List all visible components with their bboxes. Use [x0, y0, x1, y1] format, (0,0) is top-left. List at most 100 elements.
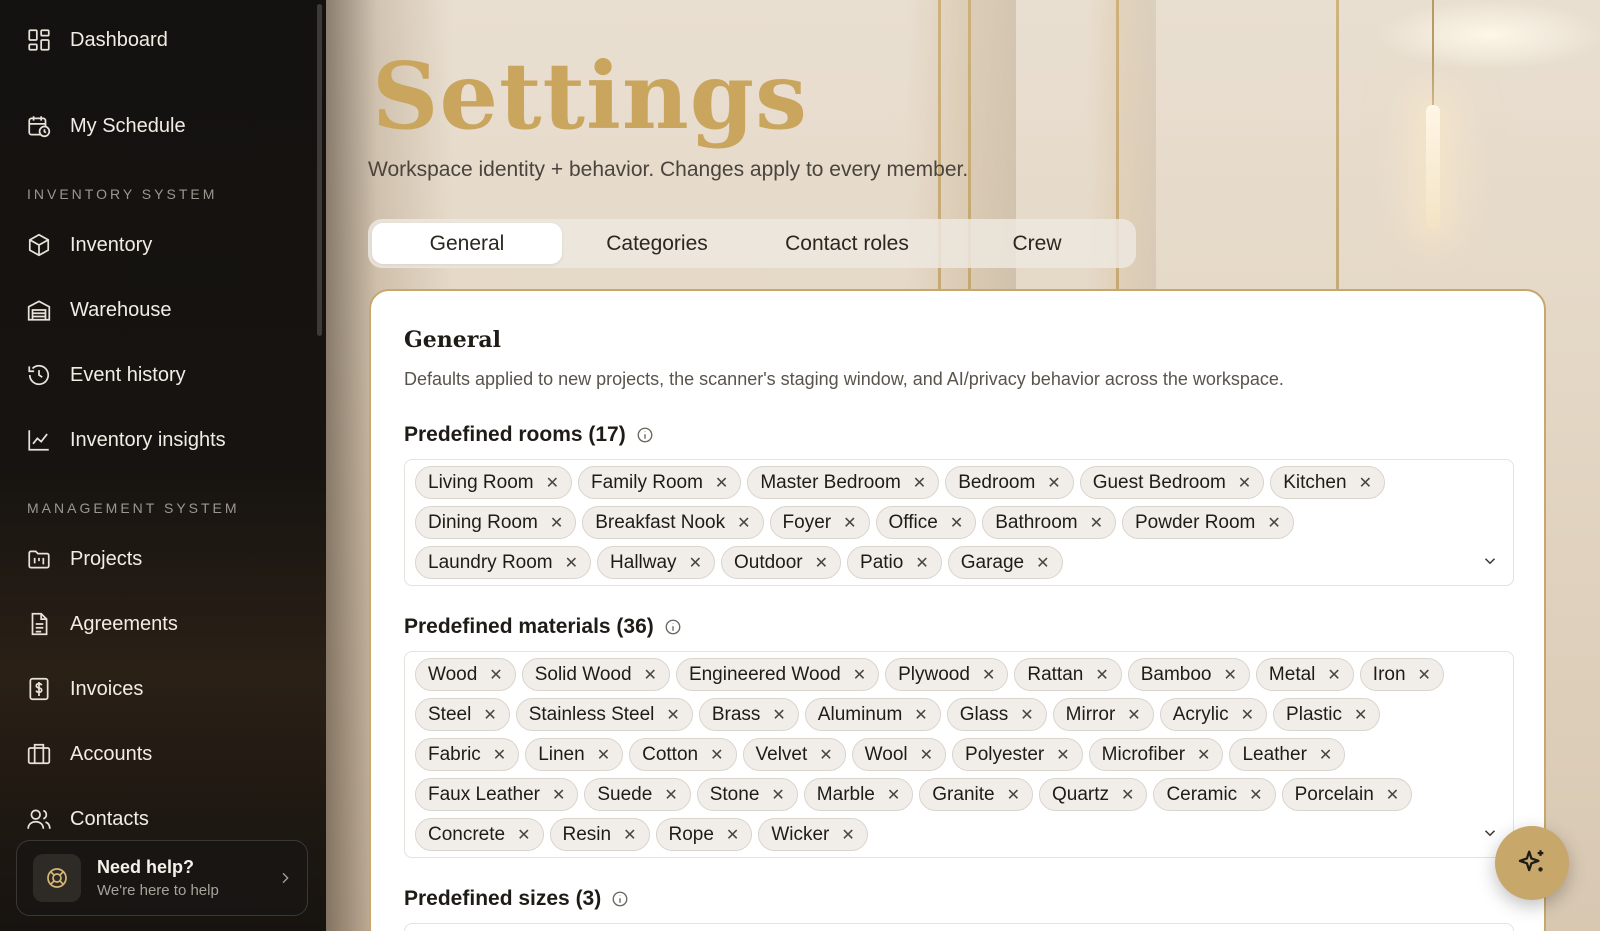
remove-chip-icon[interactable]: ✕ [1238, 473, 1251, 493]
material-chip[interactable]: Concrete ✕ [415, 818, 544, 851]
sidebar-scrollbar[interactable] [317, 4, 322, 336]
tab-crew[interactable]: Crew [942, 223, 1132, 264]
material-chip[interactable]: Acrylic ✕ [1159, 698, 1268, 731]
room-chip[interactable]: Family Room ✕ [578, 466, 742, 499]
remove-chip-icon[interactable]: ✕ [841, 825, 854, 845]
sidebar-item-inventory-insights[interactable]: Inventory insights [26, 420, 296, 460]
help-card[interactable]: Need help? We're here to help [16, 840, 308, 916]
chevron-down-icon[interactable] [1481, 824, 1499, 842]
remove-chip-icon[interactable]: ✕ [664, 785, 677, 805]
remove-chip-icon[interactable]: ✕ [1386, 785, 1399, 805]
remove-chip-icon[interactable]: ✕ [1267, 513, 1280, 533]
sidebar-item-inventory[interactable]: Inventory [26, 225, 296, 265]
material-chip[interactable]: Bamboo ✕ [1127, 658, 1250, 691]
material-chip[interactable]: Rope ✕ [655, 818, 753, 851]
remove-chip-icon[interactable]: ✕ [982, 665, 995, 685]
sidebar-item-agreements[interactable]: Agreements [26, 604, 296, 644]
material-chip[interactable]: Solid Wood ✕ [521, 658, 670, 691]
room-chip[interactable]: Powder Room ✕ [1122, 506, 1294, 539]
remove-chip-icon[interactable]: ✕ [950, 513, 963, 533]
material-chip[interactable]: Wood ✕ [415, 658, 516, 691]
material-chip[interactable]: Iron ✕ [1359, 658, 1444, 691]
material-chip[interactable]: Wool ✕ [851, 738, 947, 771]
remove-chip-icon[interactable]: ✕ [726, 825, 739, 845]
material-chip[interactable]: Linen ✕ [525, 738, 624, 771]
remove-chip-icon[interactable]: ✕ [689, 553, 702, 573]
sidebar-item-accounts[interactable]: Accounts [26, 734, 296, 774]
room-chip[interactable]: Outdoor ✕ [720, 546, 842, 579]
remove-chip-icon[interactable]: ✕ [1020, 705, 1033, 725]
remove-chip-icon[interactable]: ✕ [1127, 705, 1140, 725]
room-chip[interactable]: Dining Room ✕ [415, 506, 577, 539]
remove-chip-icon[interactable]: ✕ [887, 785, 900, 805]
room-chip[interactable]: Patio ✕ [847, 546, 942, 579]
remove-chip-icon[interactable]: ✕ [644, 665, 657, 685]
remove-chip-icon[interactable]: ✕ [1197, 745, 1210, 765]
remove-chip-icon[interactable]: ✕ [1007, 785, 1020, 805]
remove-chip-icon[interactable]: ✕ [1047, 473, 1060, 493]
material-chip[interactable]: Microfiber ✕ [1088, 738, 1224, 771]
remove-chip-icon[interactable]: ✕ [1241, 705, 1254, 725]
material-chip[interactable]: Mirror ✕ [1052, 698, 1154, 731]
sidebar-item-warehouse[interactable]: Warehouse [26, 290, 296, 330]
remove-chip-icon[interactable]: ✕ [1249, 785, 1262, 805]
materials-chip-input[interactable]: Wood ✕ Solid Wood ✕ Engineered Wood ✕ Plywood ✕… [404, 651, 1514, 858]
remove-chip-icon[interactable]: ✕ [1319, 745, 1332, 765]
remove-chip-icon[interactable]: ✕ [1359, 473, 1372, 493]
remove-chip-icon[interactable]: ✕ [772, 705, 785, 725]
room-chip[interactable]: Bathroom ✕ [982, 506, 1116, 539]
tab-categories[interactable]: Categories [562, 223, 752, 264]
material-chip[interactable]: Glass ✕ [946, 698, 1047, 731]
room-chip[interactable]: Laundry Room ✕ [415, 546, 592, 579]
tab-general[interactable]: General [372, 223, 562, 264]
material-chip[interactable]: Granite ✕ [919, 778, 1033, 811]
material-chip[interactable]: Stone ✕ [696, 778, 798, 811]
sidebar-item-dashboard[interactable]: Dashboard [26, 20, 296, 60]
sidebar-item-projects[interactable]: Projects [26, 539, 296, 579]
room-chip[interactable]: Master Bedroom ✕ [747, 466, 940, 499]
material-chip[interactable]: Marble ✕ [803, 778, 914, 811]
material-chip[interactable]: Rattan ✕ [1014, 658, 1122, 691]
sidebar-item-my-schedule[interactable]: My Schedule [26, 106, 296, 146]
remove-chip-icon[interactable]: ✕ [1354, 705, 1367, 725]
material-chip[interactable]: Aluminum ✕ [804, 698, 941, 731]
remove-chip-icon[interactable]: ✕ [1090, 513, 1103, 533]
room-chip[interactable]: Hallway ✕ [597, 546, 715, 579]
tab-contact-roles[interactable]: Contact roles [752, 223, 942, 264]
remove-chip-icon[interactable]: ✕ [715, 473, 728, 493]
material-chip[interactable]: Suede ✕ [584, 778, 691, 811]
room-chip[interactable]: Guest Bedroom ✕ [1079, 466, 1265, 499]
room-chip[interactable]: Breakfast Nook ✕ [582, 506, 764, 539]
material-chip[interactable]: Faux Leather ✕ [415, 778, 579, 811]
chevron-down-icon[interactable] [1481, 552, 1499, 570]
remove-chip-icon[interactable]: ✕ [1036, 553, 1049, 573]
remove-chip-icon[interactable]: ✕ [493, 745, 506, 765]
remove-chip-icon[interactable]: ✕ [737, 513, 750, 533]
remove-chip-icon[interactable]: ✕ [597, 745, 610, 765]
remove-chip-icon[interactable]: ✕ [920, 745, 933, 765]
remove-chip-icon[interactable]: ✕ [771, 785, 784, 805]
room-chip[interactable]: Bedroom ✕ [945, 466, 1074, 499]
remove-chip-icon[interactable]: ✕ [1056, 745, 1069, 765]
room-chip[interactable]: Office ✕ [875, 506, 977, 539]
material-chip[interactable]: Steel ✕ [415, 698, 510, 731]
remove-chip-icon[interactable]: ✕ [815, 553, 828, 573]
material-chip[interactable]: Wicker ✕ [758, 818, 868, 851]
room-chip[interactable]: Living Room ✕ [415, 466, 573, 499]
material-chip[interactable]: Velvet ✕ [742, 738, 846, 771]
remove-chip-icon[interactable]: ✕ [1327, 665, 1340, 685]
remove-chip-icon[interactable]: ✕ [915, 553, 928, 573]
material-chip[interactable]: Stainless Steel ✕ [515, 698, 693, 731]
remove-chip-icon[interactable]: ✕ [550, 513, 563, 533]
remove-chip-icon[interactable]: ✕ [913, 473, 926, 493]
room-chip[interactable]: Garage ✕ [947, 546, 1063, 579]
material-chip[interactable]: Porcelain ✕ [1281, 778, 1413, 811]
remove-chip-icon[interactable]: ✕ [843, 513, 856, 533]
remove-chip-icon[interactable]: ✕ [552, 785, 565, 805]
rooms-chip-input[interactable]: Living Room ✕ Family Room ✕ Master Bedroom ✕ B… [404, 459, 1514, 586]
remove-chip-icon[interactable]: ✕ [853, 665, 866, 685]
material-chip[interactable]: Cotton ✕ [629, 738, 737, 771]
material-chip[interactable]: Polyester ✕ [952, 738, 1083, 771]
info-icon[interactable] [636, 426, 654, 444]
remove-chip-icon[interactable]: ✕ [546, 473, 559, 493]
